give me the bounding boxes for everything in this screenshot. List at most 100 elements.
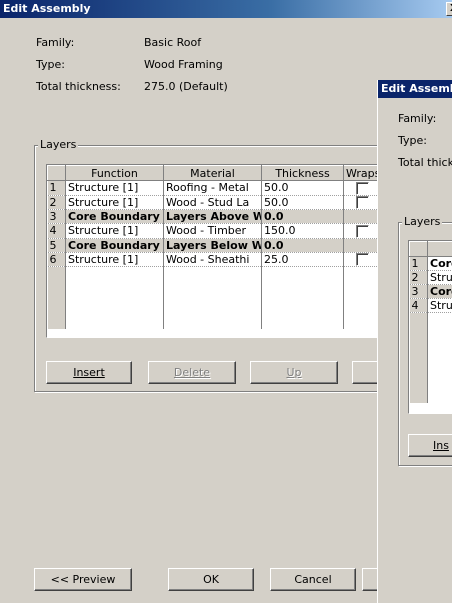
column-header-function[interactable]: Function [65,165,164,181]
empty-cell [47,266,66,329]
function-cell[interactable]: Struc [427,298,452,313]
function-cell[interactable]: Core [427,256,452,271]
empty-table-area [409,312,452,403]
layers-table-2[interactable]: 1 Core 2 Struc 3 Core 4 Struc [408,240,452,414]
cancel-button[interactable]: Cancel [270,568,356,591]
title-bar[interactable]: Edit Assembly X [0,0,452,18]
dialog-title: Edit Assembly [3,2,91,15]
table-row[interactable]: 2 Structure [1] Wood - Stud La 50.0 [47,195,381,210]
column-header-material[interactable]: Material [163,165,262,181]
edit-assembly-dialog-2: Edit Assemb Family: Type: Total thickn L… [378,80,452,603]
row-number[interactable]: 3 [47,209,66,224]
preview-button-label: << Preview [50,573,116,586]
table-row[interactable]: 6 Structure [1] Wood - Sheathi 25.0 [47,252,381,267]
table-row-core-boundary[interactable]: 5 Core Boundary Layers Below W 0.0 [47,238,381,253]
family-label-2: Family: [398,112,437,125]
row-number[interactable]: 5 [47,238,66,253]
close-button[interactable]: X [446,2,452,16]
column-header-thickness[interactable]: Thickness [261,165,344,181]
cancel-button-label: Cancel [294,573,332,586]
insert-button-2[interactable]: Ins [408,434,452,457]
thickness-cell[interactable]: 25.0 [261,252,344,267]
material-cell[interactable]: Wood - Stud La [163,195,262,210]
function-cell[interactable]: Core [427,284,452,299]
layers-table[interactable]: Function Material Thickness Wraps 1 Stru… [46,164,382,338]
material-cell: Layers Above W [163,209,262,224]
insert-button-label-2: Ins [433,439,449,452]
empty-cell [65,266,164,329]
material-cell: Layers Below W [163,238,262,253]
wraps-cell [343,180,381,196]
function-cell[interactable]: Struc [427,270,452,285]
type-value: Wood Framing [144,58,223,71]
row-number[interactable]: 4 [47,223,66,239]
wraps-checkbox[interactable] [356,196,369,209]
wraps-cell [343,195,381,210]
type-label: Type: [36,58,65,71]
empty-cell [343,266,381,329]
layers-group-label: Layers [38,138,79,151]
row-number[interactable]: 4 [409,298,428,313]
dialog-title-2: Edit Assemb [381,82,452,95]
table-row[interactable]: 2 Struc [409,270,452,285]
table-row[interactable]: 3 Core [409,284,452,299]
thickness-cell[interactable]: 50.0 [261,180,344,196]
thickness-cell[interactable]: 150.0 [261,223,344,239]
ok-button-label: OK [203,573,219,586]
function-cell: Core Boundary [65,209,164,224]
up-button-label: Up [286,366,302,379]
material-cell[interactable]: Roofing - Metal [163,180,262,196]
row-number[interactable]: 6 [47,252,66,267]
table-row[interactable]: 1 Structure [1] Roofing - Metal 50.0 [47,180,381,196]
wraps-cell [343,209,381,224]
table-row[interactable]: 4 Struc [409,298,452,313]
family-value: Basic Roof [144,36,202,49]
material-cell[interactable]: Wood - Sheathi [163,252,262,267]
layers-group-label-2: Layers [402,215,443,228]
function-cell[interactable]: Structure [1] [65,195,164,210]
thickness-cell: 0.0 [261,238,344,253]
material-cell[interactable]: Wood - Timber [163,223,262,239]
up-button[interactable]: Up [250,361,338,384]
ok-button[interactable]: OK [168,568,254,591]
total-thickness-value: 275.0 (Default) [144,80,228,93]
empty-cell [163,266,262,329]
function-cell[interactable]: Structure [1] [65,252,164,267]
row-number[interactable]: 1 [409,256,428,271]
row-number[interactable]: 2 [47,195,66,210]
total-thickness-label: Total thickness: [36,80,121,93]
table-row[interactable]: 1 Core [409,256,452,271]
wraps-cell [343,223,381,239]
function-cell[interactable]: Structure [1] [65,180,164,196]
column-header-2[interactable] [427,241,452,257]
wraps-checkbox[interactable] [356,181,369,195]
corner-header-2 [409,241,428,257]
column-header-wraps[interactable]: Wraps [343,165,381,181]
function-cell[interactable]: Structure [1] [65,223,164,239]
title-bar-2[interactable]: Edit Assemb [378,80,452,98]
table-row-core-boundary[interactable]: 3 Core Boundary Layers Above W 0.0 [47,209,381,224]
row-number[interactable]: 2 [409,270,428,285]
type-label-2: Type: [398,134,427,147]
empty-cell [427,312,452,403]
wraps-checkbox[interactable] [356,224,369,238]
insert-button-label: Insert [73,366,105,379]
empty-cell [409,312,428,403]
thickness-cell[interactable]: 50.0 [261,195,344,210]
empty-cell [261,266,344,329]
table-row[interactable]: 4 Structure [1] Wood - Timber 150.0 [47,223,381,239]
row-number[interactable]: 1 [47,180,66,196]
delete-button[interactable]: Delete [148,361,236,384]
total-thickness-label-2: Total thickn [398,156,452,169]
wraps-checkbox[interactable] [356,253,369,266]
thickness-cell: 0.0 [261,209,344,224]
wraps-cell [343,252,381,267]
row-number[interactable]: 3 [409,284,428,299]
preview-button[interactable]: << Preview [34,568,132,591]
function-cell: Core Boundary [65,238,164,253]
delete-button-label: Delete [173,366,211,379]
corner-header [47,165,66,181]
insert-button[interactable]: Insert [46,361,132,384]
empty-table-area [47,266,381,329]
family-label: Family: [36,36,75,49]
